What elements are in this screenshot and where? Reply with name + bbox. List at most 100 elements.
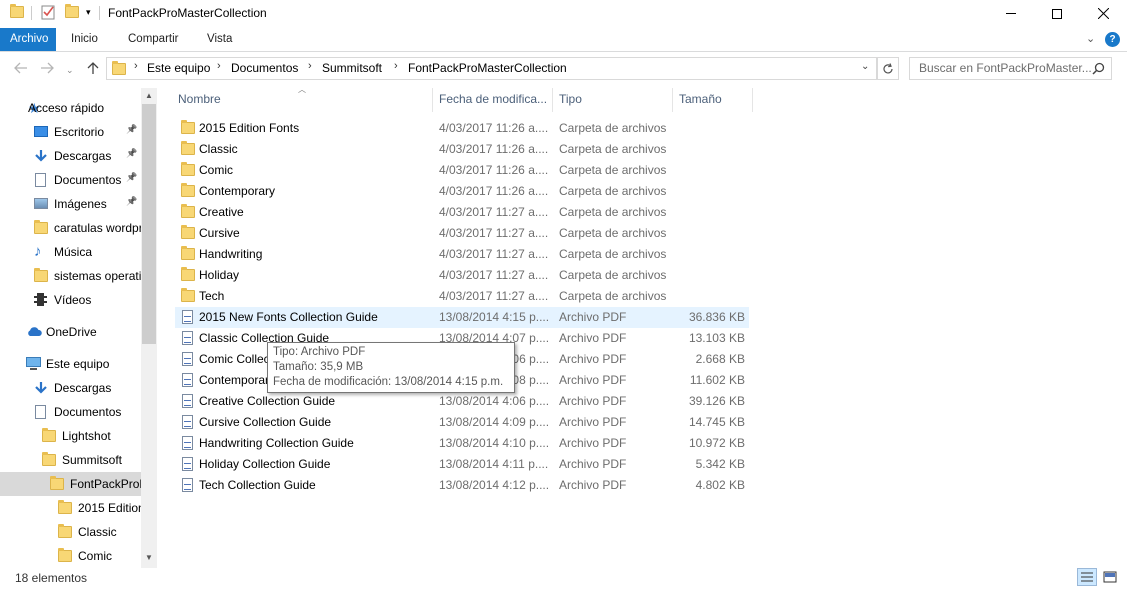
nav-item[interactable]: Classic <box>0 520 141 544</box>
scroll-up-icon[interactable]: ▲ <box>145 91 153 100</box>
file-type: Carpeta de archivos <box>559 247 667 261</box>
file-date: 4/03/2017 11:27 a.... <box>439 247 549 261</box>
breadcrumb-este-equipo[interactable]: Este equipo <box>147 61 210 75</box>
forward-button[interactable] <box>40 62 54 76</box>
file-size: 39.126 KB <box>688 394 745 408</box>
nav-item[interactable]: Escritorio 📌 <box>0 120 141 144</box>
breadcrumb-chevron-icon[interactable]: › <box>217 60 221 72</box>
nav-item[interactable]: Imágenes 📌 <box>0 192 141 216</box>
folder-icon <box>181 246 195 261</box>
column-divider[interactable] <box>752 88 753 112</box>
tooltip-date: Fecha de modificación: 13/08/2014 4:15 p… <box>273 376 504 388</box>
file-row[interactable]: Handwriting 4/03/2017 11:27 a.... Carpeta … <box>175 244 749 265</box>
breadcrumb-summitsoft[interactable]: Summitsoft <box>322 61 382 75</box>
file-row[interactable]: 2015 New Fonts Collection Guide 13/08/201… <box>175 307 749 328</box>
scroll-down-icon[interactable]: ▼ <box>145 553 153 562</box>
large-icons-view-button[interactable] <box>1100 568 1120 586</box>
breadcrumb-chevron-icon[interactable]: › <box>394 60 398 72</box>
up-arrow-icon <box>87 62 99 74</box>
file-row[interactable]: Cursive 4/03/2017 11:27 a.... Carpeta de a… <box>175 223 749 244</box>
file-row[interactable]: Classic 4/03/2017 11:26 a.... Carpeta de a… <box>175 139 749 160</box>
customize-quick-access-icon[interactable]: ▾ <box>86 7 91 18</box>
file-row[interactable]: Contemporary 4/03/2017 11:26 a.... Carpeta… <box>175 181 749 202</box>
column-header-type[interactable]: Tipo <box>559 92 582 106</box>
nav-item[interactable]: Vídeos <box>0 288 141 312</box>
file-row[interactable]: Creative 4/03/2017 11:27 a.... Carpeta de … <box>175 202 749 223</box>
folder-icon <box>181 288 195 303</box>
up-button[interactable] <box>87 61 99 77</box>
folder-icon <box>181 225 195 240</box>
nav-item[interactable]: Este equipo <box>0 352 141 376</box>
column-divider[interactable] <box>552 88 553 112</box>
breadcrumb-chevron-icon[interactable]: › <box>308 60 312 72</box>
refresh-button[interactable] <box>877 57 899 80</box>
nav-item[interactable]: caratulas wordpr <box>0 216 141 240</box>
file-row[interactable]: Cursive Collection Guide 13/08/2014 4:09 … <box>175 412 749 433</box>
nav-scrollbar-thumb[interactable] <box>142 104 156 344</box>
desktop-icon <box>34 125 48 139</box>
nav-item[interactable]: Summitsoft <box>0 448 141 472</box>
new-folder-icon[interactable] <box>65 4 79 18</box>
file-name: Tech Collection Guide <box>199 478 316 492</box>
file-row[interactable]: Creative Collection Guide 13/08/2014 4:06… <box>175 391 749 412</box>
file-type: Archivo PDF <box>559 310 627 324</box>
file-size: 36.836 KB <box>688 310 745 324</box>
file-name: Tech <box>199 289 225 303</box>
column-header-name[interactable]: Nombre <box>178 92 221 106</box>
back-button[interactable] <box>14 62 28 76</box>
minimize-button[interactable] <box>988 0 1034 27</box>
properties-icon[interactable] <box>41 4 56 23</box>
column-divider[interactable] <box>672 88 673 112</box>
nav-item[interactable]: 2015 Edition <box>0 496 141 520</box>
column-divider[interactable] <box>432 88 433 112</box>
expand-ribbon-icon[interactable]: ⌄ <box>1086 32 1095 45</box>
file-size: 2.668 KB <box>695 352 745 366</box>
column-header-size[interactable]: Tamaño <box>679 92 722 106</box>
tab-inicio[interactable]: Inicio <box>61 28 108 51</box>
breadcrumb-current[interactable]: FontPackProMasterCollection <box>408 61 567 75</box>
file-name: 2015 New Fonts Collection Guide <box>199 310 378 324</box>
maximize-button[interactable] <box>1034 0 1080 27</box>
nav-item[interactable]: ★ Acceso rápido <box>0 96 141 120</box>
nav-item[interactable]: ♪ Música <box>0 240 141 264</box>
file-date: 4/03/2017 11:26 a.... <box>439 184 549 198</box>
address-dropdown-icon[interactable]: ⌄ <box>861 61 869 72</box>
column-header-date[interactable]: Fecha de modifica... <box>439 92 547 106</box>
file-row[interactable]: 2015 Edition Fonts 4/03/2017 11:26 a.... C… <box>175 118 749 139</box>
nav-item[interactable]: OneDrive <box>0 320 141 344</box>
maximize-icon <box>1052 8 1062 19</box>
file-row[interactable]: Holiday Collection Guide 13/08/2014 4:11 … <box>175 454 749 475</box>
breadcrumb-documentos[interactable]: Documentos <box>231 61 298 75</box>
nav-item[interactable]: Lightshot <box>0 424 141 448</box>
search-icon[interactable] <box>1092 62 1105 78</box>
nav-item[interactable]: Descargas 📌 <box>0 144 141 168</box>
download-icon <box>34 149 48 163</box>
file-row[interactable]: Holiday 4/03/2017 11:27 a.... Carpeta de a… <box>175 265 749 286</box>
file-name: Holiday Collection Guide <box>199 457 331 471</box>
file-row[interactable]: Tech Collection Guide 13/08/2014 4:12 p..… <box>175 475 749 496</box>
recent-locations-icon[interactable]: ⌄ <box>66 63 74 77</box>
nav-item-label: Acceso rápido <box>28 101 105 115</box>
toolbar-separator <box>31 6 32 20</box>
tab-archivo[interactable]: Archivo <box>0 28 56 51</box>
close-button[interactable] <box>1080 0 1126 27</box>
nav-item[interactable]: sistemas operati <box>0 264 141 288</box>
nav-item-label: Imágenes <box>54 197 107 211</box>
nav-item-label: Escritorio <box>54 125 105 139</box>
nav-item[interactable]: Descargas <box>0 376 141 400</box>
file-row[interactable]: Handwriting Collection Guide 13/08/2014 4… <box>175 433 749 454</box>
nav-item[interactable]: Comic <box>0 544 141 568</box>
nav-item-label: Descargas <box>54 149 112 163</box>
nav-item[interactable]: FontPackProMa <box>0 472 141 496</box>
tab-compartir[interactable]: Compartir <box>118 28 188 51</box>
nav-item[interactable]: Documentos 📌 <box>0 168 141 192</box>
breadcrumb-chevron-icon[interactable]: › <box>134 60 138 72</box>
details-view-button[interactable] <box>1077 568 1097 586</box>
help-icon[interactable]: ? <box>1105 32 1120 47</box>
nav-item[interactable]: Documentos <box>0 400 141 424</box>
file-row[interactable]: Comic 4/03/2017 11:26 a.... Carpeta de arc… <box>175 160 749 181</box>
pin-icon: 📌 <box>126 148 138 158</box>
file-date: 13/08/2014 4:10 p.... <box>439 436 550 450</box>
tab-vista[interactable]: Vista <box>197 28 242 51</box>
file-row[interactable]: Tech 4/03/2017 11:27 a.... Carpeta de arch… <box>175 286 749 307</box>
